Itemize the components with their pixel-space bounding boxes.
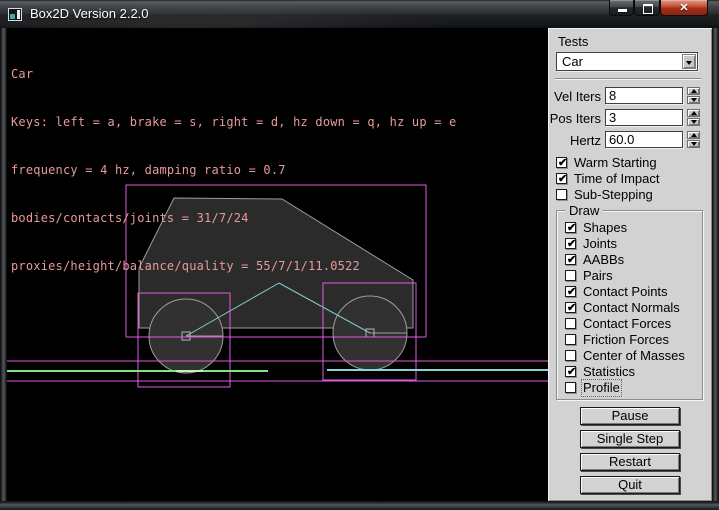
checkbox-label: Joints (583, 237, 617, 251)
title-bar[interactable]: Box2D Version 2.2.0 ✕ (0, 0, 719, 28)
checkbox-box: ✔ (556, 173, 567, 184)
pos-iters-row: Pos Iters (548, 109, 708, 126)
checkbox-label: AABBs (583, 253, 624, 267)
hertz-spin-down[interactable] (687, 140, 700, 148)
checkbox-box: ✔ (565, 238, 576, 249)
pos-iters-label: Pos Iters (548, 111, 601, 126)
hertz-spinner (687, 131, 700, 148)
checkbox-box: ✔ (556, 157, 567, 168)
vel-iters-label: Vel Iters (548, 89, 601, 104)
checkbox-box: ✔ (565, 366, 576, 377)
vel-iters-spin-down[interactable] (687, 96, 700, 104)
checkbox-label: Contact Normals (583, 301, 680, 315)
maximize-button[interactable] (634, 0, 660, 16)
pos-iters-spinner (687, 109, 700, 126)
draw-group-label: Draw (565, 203, 603, 218)
checkbox-box: ✔ (565, 350, 576, 361)
checkmark-icon: ✔ (558, 156, 567, 169)
checkbox-label: Profile (583, 381, 620, 395)
checkbox-label: Shapes (583, 221, 627, 235)
checkbox-box: ✔ (565, 318, 576, 329)
checkbox-label: Contact Points (583, 285, 668, 299)
hud-line-counts: bodies/contacts/joints = 31/7/24 (11, 210, 456, 226)
minimize-icon (618, 9, 627, 12)
checkmark-icon: ✔ (558, 172, 567, 185)
hertz-row: Hertz (548, 131, 708, 148)
app-icon-accent (10, 14, 15, 19)
vel-iters-input[interactable] (605, 87, 683, 104)
minimize-button[interactable] (609, 0, 634, 16)
checkbox-box: ✔ (565, 334, 576, 345)
tests-label: Tests (558, 34, 588, 49)
app-icon (8, 8, 22, 21)
vel-iters-spinner (687, 87, 700, 104)
checkbox-box: ✔ (556, 189, 567, 200)
checkbox-label: Time of Impact (574, 172, 659, 186)
pos-iters-spin-up[interactable] (687, 109, 700, 117)
close-icon: ✕ (661, 1, 707, 14)
hertz-spin-up[interactable] (687, 131, 700, 139)
hud-line-frequency: frequency = 4 hz, damping ratio = 0.7 (11, 162, 456, 178)
tests-dropdown-button[interactable] (682, 54, 696, 69)
arrow-down-icon (691, 120, 697, 124)
simulation-canvas[interactable]: Car Keys: left = a, brake = s, right = d… (7, 28, 548, 501)
arrow-up-icon (691, 133, 697, 137)
checkbox-label: Sub-Stepping (574, 188, 653, 202)
single-step-button[interactable]: Single Step (580, 430, 680, 448)
checkbox-box: ✔ (565, 382, 576, 393)
control-panel: Tests Car Vel Iters Pos Iters (548, 28, 712, 501)
arrow-up-icon (691, 111, 697, 115)
maximize-icon (643, 4, 653, 14)
checkbox-label: Friction Forces (583, 333, 669, 347)
checkbox-box: ✔ (565, 286, 576, 297)
checkmark-icon: ✔ (567, 285, 576, 298)
pos-iters-input[interactable] (605, 109, 683, 126)
window-border-right (712, 28, 719, 501)
tests-dropdown-value: Car (562, 54, 583, 70)
window-border-left (0, 28, 7, 501)
quit-button[interactable]: Quit (580, 476, 680, 494)
hud-line-keys: Keys: left = a, brake = s, right = d, hz… (11, 114, 456, 130)
checkbox-label: Contact Forces (583, 317, 671, 331)
window-title: Box2D Version 2.2.0 (30, 6, 149, 21)
app-icon-bar (17, 10, 20, 19)
checkmark-icon: ✔ (567, 253, 576, 266)
pos-iters-spin-down[interactable] (687, 118, 700, 126)
arrow-down-icon (691, 142, 697, 146)
tests-dropdown[interactable]: Car (556, 52, 698, 71)
checkbox-label: Pairs (583, 269, 613, 283)
app-window: Box2D Version 2.2.0 ✕ (0, 0, 719, 510)
checkmark-icon: ✔ (567, 365, 576, 378)
checkmark-icon: ✔ (567, 237, 576, 250)
hud-line-quality: proxies/height/balance/quality = 55/7/1/… (11, 258, 456, 274)
checkbox-box: ✔ (565, 302, 576, 313)
hud-text: Car Keys: left = a, brake = s, right = d… (11, 34, 456, 306)
restart-button[interactable]: Restart (580, 453, 680, 471)
pause-button[interactable]: Pause (580, 407, 680, 425)
arrow-down-icon (691, 98, 697, 102)
checkbox-box: ✔ (565, 254, 576, 265)
hertz-label: Hertz (548, 133, 601, 148)
checkbox-box: ✔ (565, 222, 576, 233)
vel-iters-row: Vel Iters (548, 87, 708, 104)
chevron-down-icon (686, 61, 692, 65)
hertz-input[interactable] (605, 131, 683, 148)
window-border-bottom (0, 501, 719, 510)
checkbox-label: Center of Masses (583, 349, 685, 363)
separator (555, 78, 701, 80)
arrow-up-icon (691, 89, 697, 93)
checkbox-label: Statistics (583, 365, 635, 379)
checkmark-icon: ✔ (567, 301, 576, 314)
checkmark-icon: ✔ (567, 221, 576, 234)
checkbox-label: Warm Starting (574, 156, 657, 170)
hud-line-title: Car (11, 66, 456, 82)
close-button[interactable]: ✕ (660, 0, 708, 16)
checkbox-box: ✔ (565, 270, 576, 281)
vel-iters-spin-up[interactable] (687, 87, 700, 95)
